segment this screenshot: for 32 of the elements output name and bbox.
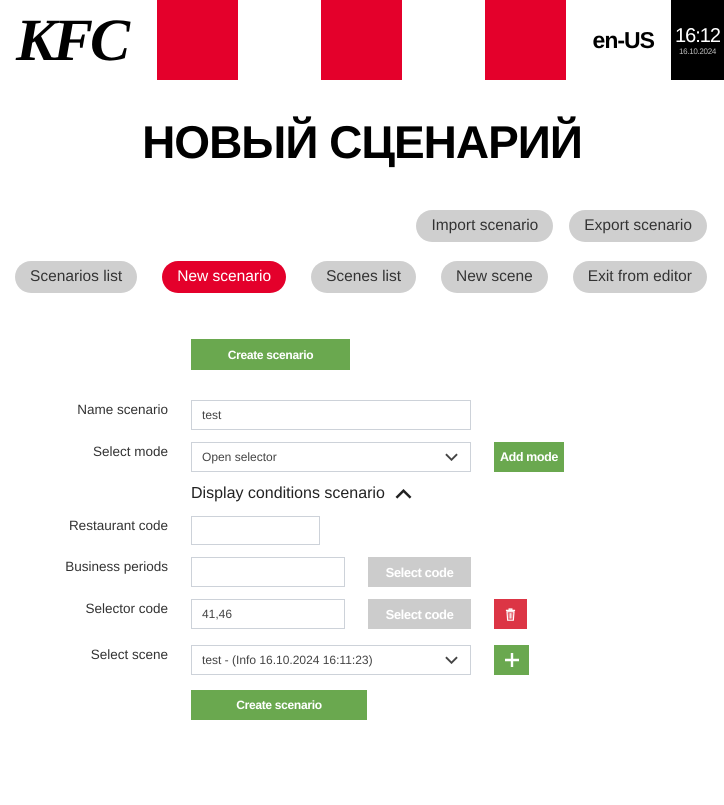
language-label: en-US <box>592 26 654 54</box>
page-title: НОВЫЙ СЦЕНАРИЙ <box>141 116 583 168</box>
scene-select[interactable]: test - (Info 16.10.2024 16:11:23) <box>191 645 471 675</box>
field-label: Select scene <box>90 646 168 664</box>
chevron-up-icon <box>394 489 412 499</box>
plus-icon <box>504 653 518 667</box>
field-label: Selector code <box>84 600 168 618</box>
clock-time: 16:12 <box>674 24 720 46</box>
conditions-toggle[interactable]: Display conditions scenario <box>191 484 412 504</box>
field-label: Select mode <box>92 443 168 461</box>
nav-tab[interactable]: Scenes list <box>311 261 416 293</box>
text-field[interactable]: test <box>191 400 471 430</box>
chevron-down-icon <box>445 656 458 664</box>
nav-tab[interactable]: New scene <box>441 261 548 293</box>
select-field[interactable]: Open selector <box>191 442 471 472</box>
trash-icon <box>505 608 516 620</box>
field-label: Restaurant code <box>68 517 168 535</box>
toolbar-button[interactable]: Import scenario <box>416 210 554 242</box>
nav-tab[interactable]: Exit from editor <box>572 261 707 293</box>
add-button[interactable] <box>494 645 529 675</box>
clock-date: 16.10.2024 <box>678 46 716 56</box>
toolbar-button[interactable]: Export scenario <box>569 210 707 242</box>
chevron-down-icon <box>445 453 458 461</box>
text-field[interactable] <box>191 557 345 587</box>
field-label: Business periods <box>64 558 168 576</box>
field-label: Name scenario <box>76 401 168 419</box>
nav-tab[interactable]: Scenarios list <box>15 261 138 293</box>
text-field[interactable]: 41,46 <box>191 599 345 629</box>
logo-text: KFC <box>16 10 128 70</box>
nav-tab[interactable]: New scenario <box>162 261 286 293</box>
delete-button[interactable] <box>494 599 527 629</box>
text-field[interactable] <box>191 516 320 545</box>
